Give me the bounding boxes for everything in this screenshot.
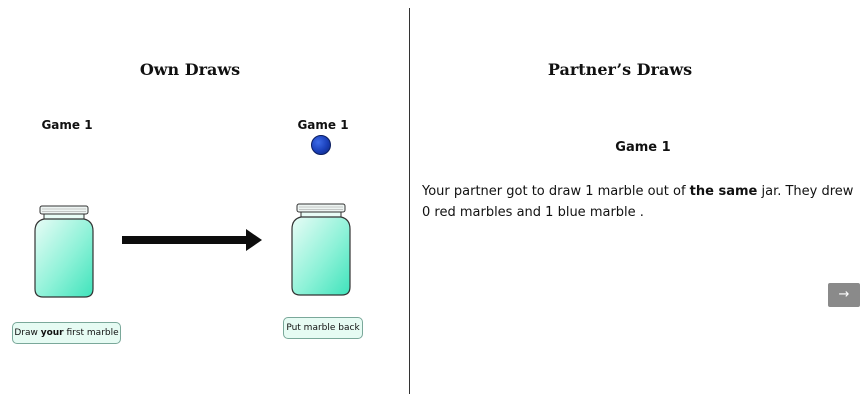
game-label-left: Game 1	[41, 118, 93, 132]
page: Own Draws Game 1 Game 1 Draw your first …	[0, 0, 860, 394]
game-label-right: Game 1	[297, 118, 349, 132]
right-arrow-icon	[122, 229, 262, 251]
partner-text-part1: Your partner got to draw 1 marble out of	[422, 184, 690, 199]
jar-icon[interactable]	[290, 203, 354, 299]
jar-icon[interactable]	[33, 205, 97, 301]
blue-marble	[311, 135, 331, 155]
partner-game-label: Game 1	[615, 140, 671, 155]
partner-draws-heading: Partner’s Draws	[547, 60, 693, 79]
partner-text-bold: the same	[689, 184, 758, 199]
put-marble-back-button[interactable]: Put marble back	[283, 317, 363, 339]
panel-divider	[409, 8, 410, 394]
next-button[interactable]: →	[828, 283, 860, 307]
partner-summary-text: Your partner got to draw 1 marble out of…	[422, 181, 858, 223]
draw-marble-button[interactable]: Draw your first marble	[12, 322, 121, 344]
own-draws-heading: Own Draws	[139, 60, 241, 79]
draw-button-prefix: Draw	[14, 328, 41, 338]
draw-button-bold: your	[40, 328, 64, 338]
draw-button-suffix: first marble	[63, 328, 119, 338]
